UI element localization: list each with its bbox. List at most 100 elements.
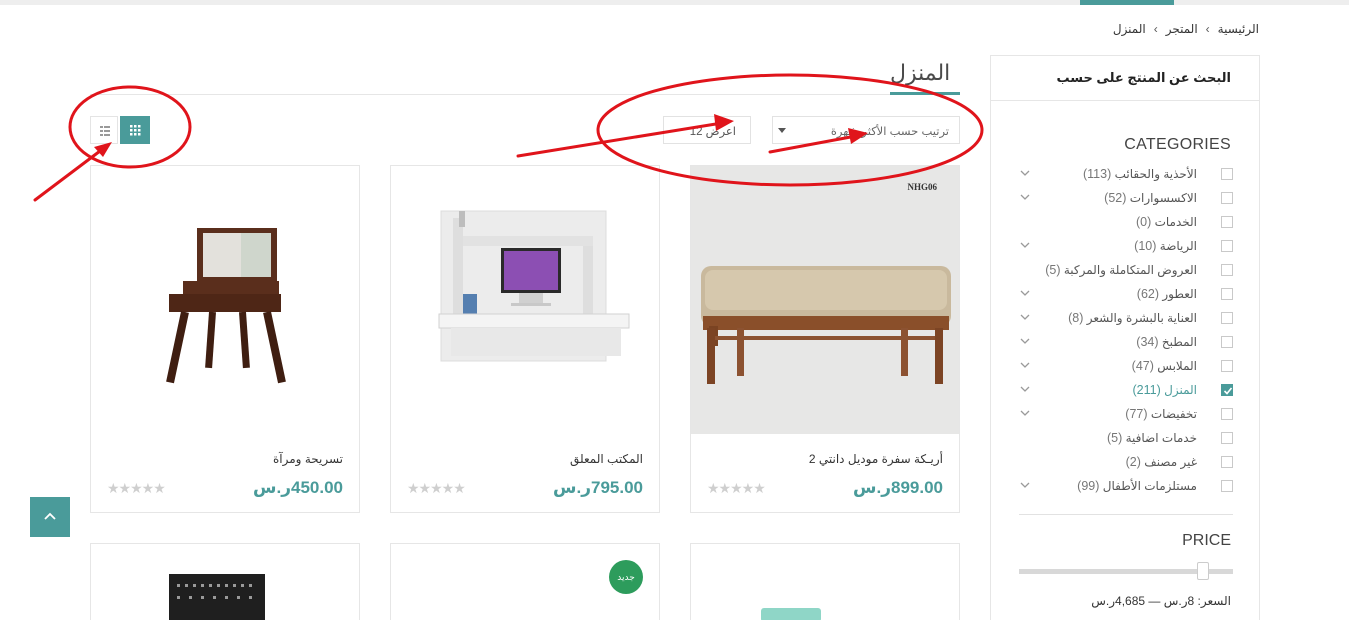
price-slider-handle[interactable] bbox=[1197, 562, 1209, 580]
chevron-down-icon[interactable] bbox=[1019, 335, 1031, 347]
chevron-up-icon bbox=[44, 512, 56, 520]
category-checkbox[interactable] bbox=[1221, 168, 1233, 180]
category-item[interactable]: العروض المتكاملة والمركبة (5) bbox=[1019, 260, 1233, 284]
category-label[interactable]: المطبخ (34) bbox=[1136, 335, 1197, 349]
breadcrumb-current: المنزل bbox=[1112, 22, 1146, 36]
chevron-down-icon[interactable] bbox=[1019, 239, 1031, 251]
filter-sidebar: البحث عن المنتج على حسب CATEGORIES الأحذ… bbox=[990, 55, 1260, 620]
title-underline bbox=[890, 92, 960, 95]
category-label[interactable]: غير مصنف (2) bbox=[1126, 455, 1197, 469]
category-checkbox[interactable] bbox=[1221, 312, 1233, 324]
sidebar-heading: البحث عن المنتج على حسب bbox=[991, 56, 1259, 101]
title-divider bbox=[90, 94, 960, 95]
category-label[interactable]: مستلزمات الأطفال (99) bbox=[1077, 479, 1197, 493]
product-image[interactable] bbox=[391, 166, 659, 434]
product-card[interactable]: جديد bbox=[390, 543, 660, 620]
category-checkbox[interactable] bbox=[1221, 288, 1233, 300]
category-label[interactable]: الرياضة (10) bbox=[1134, 239, 1197, 253]
top-bar-accent bbox=[1080, 0, 1174, 5]
sort-select-value: ترتيب حسب الأكثر شهرة bbox=[830, 126, 949, 138]
category-label[interactable]: الخدمات (0) bbox=[1136, 215, 1197, 229]
price-title: PRICE bbox=[1182, 532, 1231, 549]
list-view-button[interactable] bbox=[90, 116, 118, 144]
category-checkbox[interactable] bbox=[1221, 216, 1233, 228]
product-name[interactable]: أريـكة سفرة موديل دانتي 2 bbox=[809, 452, 943, 466]
category-checkbox[interactable] bbox=[1221, 264, 1233, 276]
chevron-down-icon[interactable] bbox=[1019, 383, 1031, 395]
page-title: المنزل bbox=[890, 60, 951, 85]
breadcrumb-home[interactable]: الرئيسية bbox=[1218, 22, 1259, 36]
product-name[interactable]: تسريحة ومرآة bbox=[273, 452, 343, 466]
category-label[interactable]: الملابس (47) bbox=[1132, 359, 1197, 373]
product-name[interactable]: المكتب المعلق bbox=[570, 452, 643, 466]
list-view-icon bbox=[100, 126, 110, 136]
category-label[interactable]: العطور (62) bbox=[1137, 287, 1197, 301]
category-item[interactable]: الرياضة (10) bbox=[1019, 236, 1233, 260]
rating-stars: ★★★★★ bbox=[707, 480, 766, 496]
grid-view-button[interactable] bbox=[120, 116, 150, 144]
category-item[interactable]: المنزل (211) bbox=[1019, 380, 1233, 404]
product-card[interactable] bbox=[90, 543, 360, 620]
category-checkbox[interactable] bbox=[1221, 456, 1233, 468]
chevron-down-icon[interactable] bbox=[1019, 407, 1031, 419]
category-item[interactable]: العطور (62) bbox=[1019, 284, 1233, 308]
category-item[interactable]: غير مصنف (2) bbox=[1019, 452, 1233, 476]
category-item[interactable]: العناية بالبشرة والشعر (8) bbox=[1019, 308, 1233, 332]
category-checkbox[interactable] bbox=[1221, 408, 1233, 420]
product-card[interactable]: تسريحة ومرآة 450.00ر.س ★★★★★ bbox=[90, 165, 360, 513]
product-card[interactable]: المكتب المعلق 795.00ر.س ★★★★★ bbox=[390, 165, 660, 513]
caret-down-icon bbox=[778, 128, 786, 133]
category-label[interactable]: الاكسسوارات (52) bbox=[1104, 191, 1197, 205]
product-image[interactable]: NHG06 bbox=[691, 166, 959, 434]
product-card[interactable]: NHG06 أريـكة سفرة موديل دانتي 2 899.00ر.… bbox=[690, 165, 960, 513]
chevron-down-icon[interactable] bbox=[1019, 359, 1031, 371]
breadcrumb: الرئيسية › المتجر › المنزل bbox=[1113, 22, 1259, 36]
product-card[interactable] bbox=[690, 543, 960, 620]
category-label[interactable]: تخفيضات (77) bbox=[1125, 407, 1197, 421]
chevron-down-icon[interactable] bbox=[1019, 311, 1031, 323]
category-label[interactable]: خدمات اضافية (5) bbox=[1107, 431, 1197, 445]
category-label[interactable]: العروض المتكاملة والمركبة (5) bbox=[1045, 263, 1197, 277]
price-range-text: السعر: 8ر.س — 4,685ر.س bbox=[1091, 594, 1231, 608]
vanity-image bbox=[91, 166, 359, 434]
categories-title: CATEGORIES bbox=[1124, 136, 1231, 153]
category-item[interactable]: مستلزمات الأطفال (99) bbox=[1019, 476, 1233, 500]
category-checkbox[interactable] bbox=[1221, 480, 1233, 492]
category-label[interactable]: الأحذية والحقائب (113) bbox=[1083, 167, 1197, 181]
category-item[interactable]: تخفيضات (77) bbox=[1019, 404, 1233, 428]
category-checkbox[interactable] bbox=[1221, 336, 1233, 348]
grid-view-icon bbox=[130, 125, 141, 136]
category-label[interactable]: المنزل (211) bbox=[1132, 383, 1197, 397]
per-page-select[interactable]: اعرض 12 bbox=[663, 116, 751, 144]
sort-select[interactable]: ترتيب حسب الأكثر شهرة bbox=[772, 116, 960, 144]
new-badge: جديد bbox=[609, 560, 643, 594]
breadcrumb-shop[interactable]: المتجر bbox=[1166, 22, 1198, 36]
product-stamp: NHG06 bbox=[907, 182, 937, 192]
rating-stars: ★★★★★ bbox=[407, 480, 466, 496]
wall-desk-image bbox=[391, 166, 659, 434]
category-checkbox[interactable] bbox=[1221, 384, 1233, 396]
category-checkbox[interactable] bbox=[1221, 360, 1233, 372]
product-price: 450.00ر.س bbox=[253, 478, 343, 497]
category-item[interactable]: الأحذية والحقائب (113) bbox=[1019, 164, 1233, 188]
category-item[interactable]: الملابس (47) bbox=[1019, 356, 1233, 380]
bench-image bbox=[691, 166, 959, 434]
category-item[interactable]: خدمات اضافية (5) bbox=[1019, 428, 1233, 452]
category-item[interactable]: الاكسسوارات (52) bbox=[1019, 188, 1233, 212]
chevron-down-icon[interactable] bbox=[1019, 167, 1031, 179]
product-price: 795.00ر.س bbox=[553, 478, 643, 497]
product-image bbox=[761, 608, 821, 620]
category-label[interactable]: العناية بالبشرة والشعر (8) bbox=[1068, 311, 1197, 325]
rating-stars: ★★★★★ bbox=[107, 480, 166, 496]
category-item[interactable]: المطبخ (34) bbox=[1019, 332, 1233, 356]
category-item[interactable]: الخدمات (0) bbox=[1019, 212, 1233, 236]
chevron-down-icon[interactable] bbox=[1019, 479, 1031, 491]
chevron-down-icon[interactable] bbox=[1019, 287, 1031, 299]
category-checkbox[interactable] bbox=[1221, 192, 1233, 204]
scroll-to-top-button[interactable] bbox=[30, 497, 70, 537]
chevron-down-icon[interactable] bbox=[1019, 191, 1031, 203]
category-checkbox[interactable] bbox=[1221, 432, 1233, 444]
category-checkbox[interactable] bbox=[1221, 240, 1233, 252]
sidebar-divider bbox=[1019, 514, 1233, 515]
product-image[interactable] bbox=[91, 166, 359, 434]
